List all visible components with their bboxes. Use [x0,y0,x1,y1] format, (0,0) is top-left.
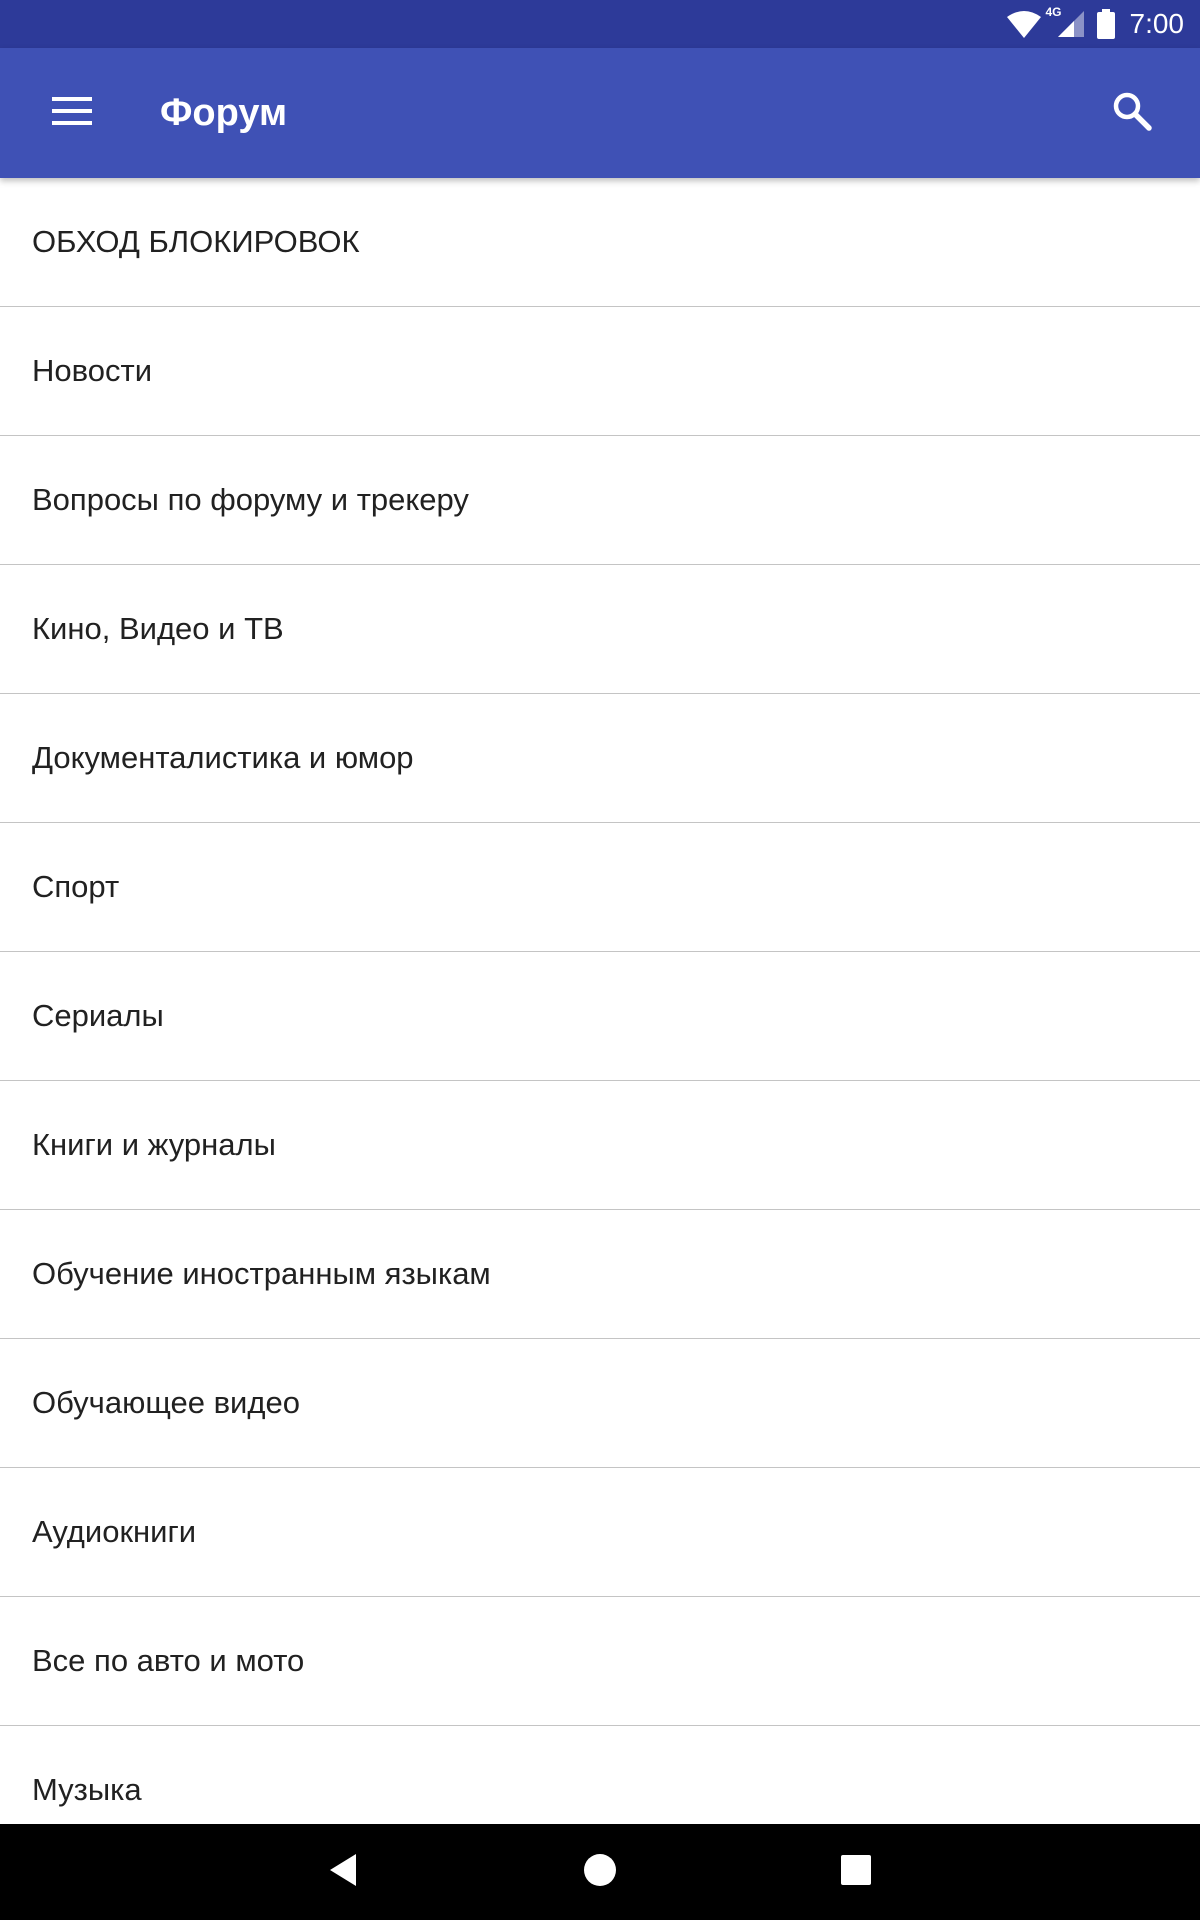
network-type-label: 4G [1045,5,1062,19]
list-item[interactable]: Аудиокниги [0,1468,1200,1597]
list-item-label: Новости [32,353,153,388]
list-item-label: Книги и журналы [32,1127,276,1162]
list-item-label: Все по авто и мото [32,1643,305,1678]
list-item[interactable]: Спорт [0,823,1200,952]
recents-button[interactable] [824,1842,888,1902]
list-item[interactable]: Кино, Видео и ТВ [0,565,1200,694]
list-item-label: Аудиокниги [32,1514,197,1549]
status-icons: 4G 7:00 [996,0,1185,48]
list-item-label: ОБХОД БЛОКИРОВОК [32,224,360,259]
search-button[interactable] [1100,81,1164,145]
navigation-bar [0,1824,1200,1920]
status-bar: 4G 7:00 [0,0,1200,48]
list-item-label: Вопросы по форуму и трекеру [32,482,469,517]
list-item-label: Музыка [32,1772,142,1807]
home-button[interactable] [568,1842,632,1902]
home-icon [583,1853,617,1892]
list-item-label: Спорт [32,869,120,904]
list-item[interactable]: Музыка [0,1726,1200,1824]
wifi-icon [1006,9,1042,39]
list-item[interactable]: ОБХОД БЛОКИРОВОК [0,178,1200,307]
list-item-label: Документалистика и юмор [32,740,414,775]
list-item-label: Кино, Видео и ТВ [32,611,284,646]
list-item[interactable]: Обучение иностранным языкам [0,1210,1200,1339]
hamburger-menu-icon [52,96,92,130]
page-title: Форум [160,92,288,134]
list-item[interactable]: Вопросы по форуму и трекеру [0,436,1200,565]
battery-icon [1096,9,1116,39]
list-item-label: Обучающее видео [32,1385,300,1420]
list-item[interactable]: Обучающее видео [0,1339,1200,1468]
screen: 4G 7:00 Форум ОБХОД БЛОКИРОВОК Новости В… [0,0,1200,1920]
back-icon [328,1852,360,1893]
menu-button[interactable] [36,81,108,145]
search-icon [1112,91,1152,136]
list-item[interactable]: Все по авто и мото [0,1597,1200,1726]
forum-category-list: ОБХОД БЛОКИРОВОК Новости Вопросы по фору… [0,178,1200,1824]
back-button[interactable] [312,1842,376,1902]
cell-signal-icon: 4G [1046,5,1086,39]
list-item[interactable]: Новости [0,307,1200,436]
list-item-label: Обучение иностранным языкам [32,1256,491,1291]
clock: 7:00 [1129,8,1185,39]
recents-icon [841,1854,871,1890]
app-bar: Форум [0,48,1200,178]
list-item[interactable]: Книги и журналы [0,1081,1200,1210]
list-item[interactable]: Документалистика и юмор [0,694,1200,823]
list-item-label: Сериалы [32,998,164,1033]
list-item[interactable]: Сериалы [0,952,1200,1081]
